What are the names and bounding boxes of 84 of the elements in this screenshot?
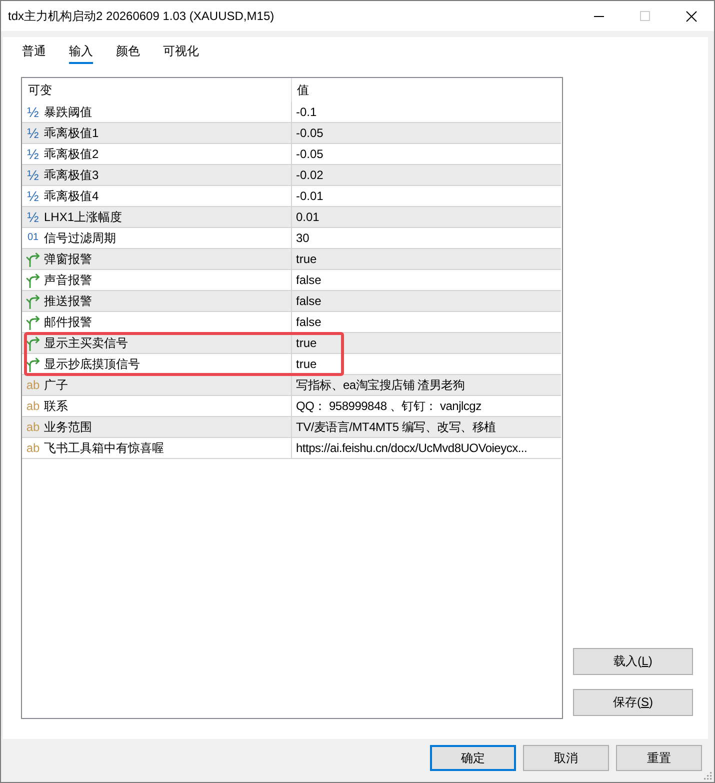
table-row[interactable]: ab 广子 写指标、ea淘宝搜店铺 渣男老狗: [22, 375, 561, 396]
parameter-value: https://ai.feishu.cn/docx/UcMvd8UOVoieycx...: [296, 441, 528, 455]
dialog-button[interactable]: 取消: [523, 745, 609, 771]
arrow-icon: [26, 294, 40, 308]
fraction-icon: ½: [26, 126, 40, 140]
table-row[interactable]: ½ 乖离极值3 -0.02: [22, 165, 561, 186]
table-row[interactable]: 推送报警 false: [22, 291, 561, 312]
window-title: tdx主力机构启动2 20260609 1.03 (XAUUSD,M15): [8, 8, 276, 24]
parameter-name: 乖离极值1: [44, 124, 99, 142]
parameter-name: 乖离极值3: [44, 166, 99, 184]
parameter-value: 写指标、ea淘宝搜店铺 渣男老狗: [296, 376, 465, 394]
ab-icon: ab: [26, 400, 40, 412]
parameter-name: 推送报警: [44, 292, 92, 310]
table-row[interactable]: ½ 乖离极值1 -0.05: [22, 123, 561, 144]
table-row[interactable]: 声音报警 false: [22, 270, 561, 291]
parameter-name: 显示主买卖信号: [44, 334, 128, 352]
fraction-icon: ½: [26, 105, 40, 119]
parameter-value: QQ： 958999848 、钉钉： vanjlcgz: [296, 398, 482, 414]
tab[interactable]: 可视化: [163, 37, 199, 64]
dialog-button[interactable]: 重置: [616, 745, 702, 771]
parameter-value: -0.02: [296, 168, 324, 182]
parameter-value: 0.01: [296, 210, 320, 224]
arrow-icon: [26, 356, 40, 372]
parameter-name: 声音报警: [44, 272, 92, 288]
table-row[interactable]: 弹窗报警 true: [22, 249, 561, 270]
column-header[interactable]: 可变: [22, 78, 291, 102]
parameter-value: false: [296, 294, 322, 308]
parameter-value: false: [296, 315, 322, 329]
table-row[interactable]: ½ LHX1上涨幅度 0.01: [22, 207, 561, 228]
parameter-name: 广子: [44, 376, 68, 394]
arrow-icon: [26, 314, 40, 330]
side-button[interactable]: 载入(L): [573, 648, 693, 675]
fraction-icon: ½: [26, 168, 40, 182]
parameter-value: 30: [296, 231, 310, 245]
parameter-value: true: [296, 357, 317, 371]
parameter-name: 显示抄底摸顶信号: [44, 356, 140, 372]
parameter-name: 弹窗报警: [44, 250, 92, 268]
table-row[interactable]: 邮件报警 false: [22, 312, 561, 333]
table-row[interactable]: ab 飞书工具箱中有惊喜喔 https://ai.feishu.cn/docx/UcMvd8UOVoieycx...: [22, 438, 561, 459]
fraction-icon: ½: [26, 147, 40, 161]
table-row[interactable]: ½ 乖离极值4 -0.01: [22, 186, 561, 207]
parameter-name: 乖离极值4: [44, 188, 99, 204]
parameter-name: 暴跌阈值: [44, 104, 92, 120]
dialog-button[interactable]: 确定: [430, 745, 516, 771]
parameter-name: 飞书工具箱中有惊喜喔: [44, 440, 164, 456]
maximize-icon: [640, 11, 650, 21]
tab[interactable]: 颜色: [116, 37, 140, 64]
parameter-value: TV/麦语言/MT4MT5 编写、改写、移植: [296, 418, 496, 436]
arrow-icon: [26, 336, 40, 350]
table-row[interactable]: ½ 乖离极值2 -0.05: [22, 144, 561, 165]
arrow-icon: [26, 252, 40, 266]
table-row[interactable]: ½ 暴跌阈值 -0.1: [22, 102, 561, 123]
arrow-icon: [26, 272, 40, 288]
parameter-value: true: [296, 336, 317, 350]
table-row[interactable]: 显示抄底摸顶信号 true: [22, 354, 561, 375]
parameter-name: 业务范围: [44, 418, 92, 436]
parameter-value: false: [296, 273, 322, 287]
parameter-value: -0.01: [296, 189, 324, 203]
resize-grip-icon[interactable]: [703, 771, 712, 780]
parameter-name: LHX1上涨幅度: [44, 208, 122, 226]
fraction-icon: ½: [26, 210, 40, 224]
table-row[interactable]: 显示主买卖信号 true: [22, 333, 561, 354]
parameter-name: 信号过滤周期: [44, 230, 116, 246]
parameter-value: -0.05: [296, 147, 324, 161]
parameter-name: 邮件报警: [44, 314, 92, 330]
close-icon: [686, 10, 696, 22]
parameter-value: true: [296, 252, 317, 266]
digits-icon: 01: [26, 233, 40, 243]
column-header-label: 可变: [28, 82, 52, 98]
ab-icon: ab: [26, 442, 40, 454]
side-button[interactable]: 保存(S): [573, 689, 693, 716]
tab[interactable]: 普通: [22, 37, 46, 64]
parameter-value: -0.05: [296, 126, 324, 140]
table-row[interactable]: 01 信号过滤周期 30: [22, 228, 561, 249]
ab-icon: ab: [26, 379, 40, 391]
fraction-icon: ½: [26, 189, 40, 203]
ab-icon: ab: [26, 421, 40, 433]
tab[interactable]: 输入: [69, 37, 93, 64]
parameter-name: 乖离极值2: [44, 146, 99, 162]
parameter-name: 联系: [44, 398, 68, 414]
table-row[interactable]: ab 业务范围 TV/麦语言/MT4MT5 编写、改写、移植: [22, 417, 561, 438]
column-header-label: 值: [297, 82, 309, 98]
table-row[interactable]: ab 联系 QQ： 958999848 、钉钉： vanjlcgz: [22, 396, 561, 417]
parameter-value: -0.1: [296, 105, 317, 119]
